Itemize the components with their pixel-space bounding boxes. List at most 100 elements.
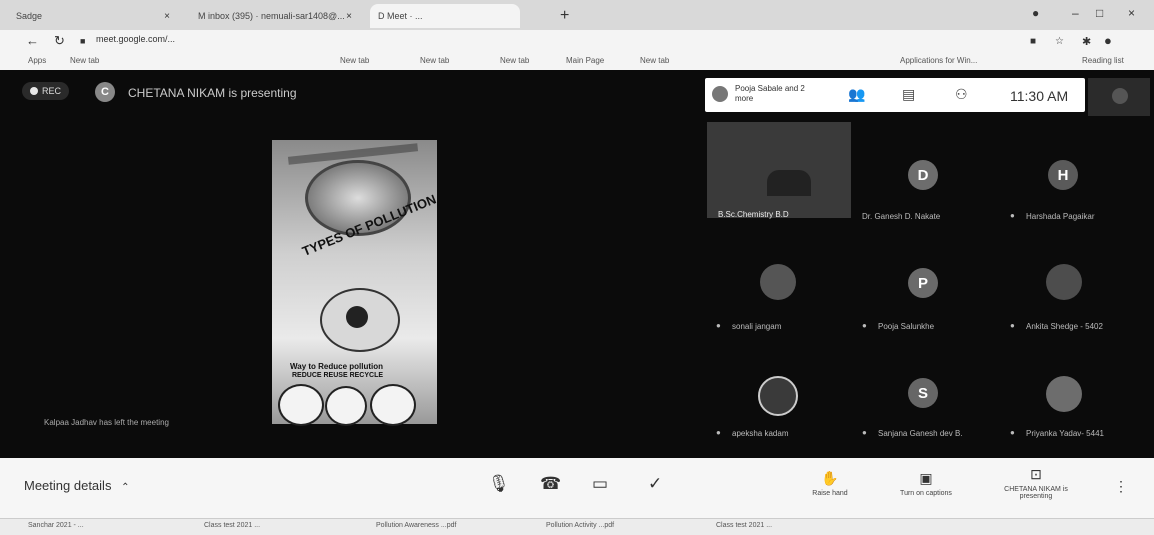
participant-name: Dr. Ganesh D. Nakate	[862, 212, 941, 221]
activities-icon[interactable]: ⚇	[955, 86, 968, 103]
close-tab-icon[interactable]: ×	[164, 11, 170, 22]
url-field[interactable]: meet.google.com/...	[96, 34, 175, 44]
present-check-icon[interactable]: ✓	[648, 474, 662, 494]
participant-name: Priyanka Yadav- 5441	[1026, 429, 1104, 438]
poster-slogan: REDUCE REUSE RECYCLE	[292, 372, 384, 379]
participant-avatar: P	[908, 268, 938, 298]
download-item[interactable]: Class test 2021 ...	[716, 522, 772, 529]
participant-name: sonali jangam	[732, 322, 782, 331]
camera-icon[interactable]: ▭	[592, 474, 608, 494]
participant-name: Ankita Shedge - 5402	[1026, 322, 1103, 331]
participant-avatar: H	[1048, 160, 1078, 190]
tab-label: Sadge	[16, 11, 43, 21]
browser-tab[interactable]: M inbox (395) · nemuali-sar1408@... ×	[190, 4, 360, 28]
more-options-icon[interactable]: ⋮	[1114, 478, 1128, 495]
bookmark[interactable]: New tab	[340, 56, 369, 65]
download-item[interactable]: Pollution Activity ...pdf	[546, 522, 614, 529]
meeting-stage	[0, 70, 1154, 458]
self-view-camera	[1088, 78, 1150, 116]
reload-icon[interactable]: ↻	[54, 33, 65, 49]
participant-name: B.Sc.Chemistry B.D	[718, 210, 789, 219]
browser-tab-active[interactable]: D Meet · ...	[370, 4, 520, 28]
poster-diagram-center	[346, 306, 368, 328]
reuse-symbol-icon	[325, 386, 367, 426]
profile-dot-icon[interactable]: ●	[1032, 6, 1039, 20]
hand-icon: ✋	[821, 470, 839, 486]
close-window-icon[interactable]: ×	[1128, 6, 1135, 20]
rec-label: REC	[42, 86, 62, 96]
participant-name: Pooja Salunkhe	[878, 322, 935, 331]
lock-icon: ■	[80, 36, 86, 46]
microphone-icon[interactable]: 🎙	[488, 474, 510, 494]
people-avatar-stack	[712, 86, 728, 102]
bookmark[interactable]: New tab	[500, 56, 529, 65]
close-tab-icon[interactable]: ×	[346, 11, 352, 22]
presenter-status: CHETANA NIKAM is presenting	[128, 86, 297, 100]
reading-list[interactable]: Reading list	[1082, 56, 1124, 65]
tab-label: D Meet · ...	[378, 11, 423, 21]
participant-photo	[758, 376, 798, 416]
people-summary[interactable]: Pooja Sabale and 2 more	[735, 84, 805, 104]
mic-off-icon: ●	[716, 321, 721, 330]
people-icon[interactable]: 👥	[848, 86, 865, 103]
bookmark[interactable]: Applications for Win...	[900, 56, 977, 65]
participant-photo	[1046, 376, 1082, 412]
captions-icon: ▣	[919, 470, 933, 486]
record-dot-icon	[30, 87, 38, 95]
profile-avatar-icon[interactable]: ●	[1104, 33, 1112, 48]
participant-avatar: D	[908, 160, 938, 190]
bookmark[interactable]: New tab	[420, 56, 449, 65]
participant-name: apeksha kadam	[732, 429, 789, 438]
download-item[interactable]: Sanchar 2021 - ...	[28, 522, 84, 529]
participant-photo	[1046, 264, 1082, 300]
raise-hand-label: Raise hand	[812, 490, 848, 497]
chevron-up-icon: ⌃	[121, 482, 130, 493]
bookmark-apps[interactable]: Apps	[28, 56, 46, 65]
mic-off-icon: ●	[716, 428, 721, 437]
bookmark[interactable]: Main Page	[566, 56, 604, 65]
end-call-icon[interactable]: ☎	[540, 474, 561, 494]
meeting-details-label: Meeting details	[24, 478, 112, 493]
mic-off-icon: ●	[1010, 211, 1015, 220]
present-screen-icon: ⊡	[1030, 466, 1042, 482]
participant-silhouette	[767, 170, 811, 196]
captions-button[interactable]: ▣ Turn on captions	[880, 470, 972, 497]
raise-hand-button[interactable]: ✋ Raise hand	[800, 470, 860, 497]
back-arrow-icon[interactable]: ←	[26, 33, 39, 48]
presenter-avatar: C	[95, 82, 115, 102]
mic-off-icon: ●	[862, 428, 867, 437]
presenting-label: CHETANA NIKAM is presenting	[1004, 486, 1068, 500]
left-meeting-notice: Kalpaa Jadhav has left the meeting	[44, 418, 169, 427]
participant-avatar: S	[908, 378, 938, 408]
download-item[interactable]: Pollution Awareness ...pdf	[376, 522, 456, 529]
new-tab-button[interactable]: +	[560, 7, 569, 25]
participant-name: Sanjana Ganesh dev B.	[878, 429, 963, 438]
download-item[interactable]: Class test 2021 ...	[204, 522, 260, 529]
participant-photo	[760, 264, 796, 300]
bookmark[interactable]: New tab	[640, 56, 669, 65]
mic-off-icon: ●	[1010, 428, 1015, 437]
recycle-symbol-icon	[370, 384, 416, 426]
camera-permission-icon[interactable]: ■	[1030, 36, 1036, 47]
poster-subtitle: Way to Reduce pollution	[290, 362, 384, 371]
participant-camera-feed[interactable]	[707, 122, 851, 218]
self-view-silhouette	[1112, 88, 1128, 104]
mic-off-icon: ●	[862, 321, 867, 330]
extensions-icon[interactable]: ✱	[1082, 35, 1091, 48]
meeting-controls-bar	[0, 458, 1154, 518]
participant-name: Harshada Pagaikar	[1026, 212, 1095, 221]
presenting-button[interactable]: ⊡ CHETANA NIKAM is presenting	[996, 466, 1076, 500]
recording-badge: REC	[22, 82, 70, 100]
chat-icon[interactable]: ▤	[902, 86, 915, 103]
star-icon[interactable]: ☆	[1055, 36, 1064, 47]
mic-off-icon: ●	[1010, 321, 1015, 330]
reduce-symbol-icon	[278, 384, 324, 426]
browser-tab[interactable]: Sadge ×	[8, 4, 178, 28]
bookmark[interactable]: New tab	[70, 56, 99, 65]
tab-label: M inbox (395) · nemuali-sar1408@...	[198, 11, 345, 21]
maximize-icon[interactable]: □	[1096, 6, 1103, 20]
minimize-icon[interactable]: –	[1072, 6, 1079, 20]
clock: 11:30 AM	[1010, 88, 1069, 104]
meeting-details-button[interactable]: Meeting details ⌃	[24, 478, 129, 493]
captions-label: Turn on captions	[900, 490, 952, 497]
